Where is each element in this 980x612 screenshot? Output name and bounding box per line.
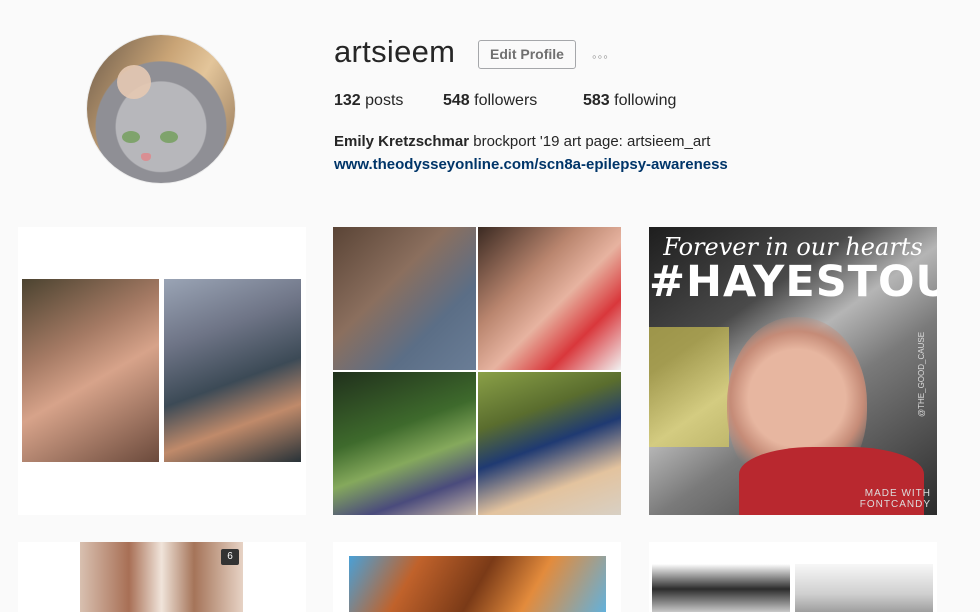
followers-label[interactable]: followers <box>470 92 537 109</box>
post-photo-right <box>795 564 933 612</box>
post-tile[interactable] <box>333 542 621 612</box>
followers-count[interactable]: 548 <box>443 92 470 109</box>
profile-avatar[interactable] <box>87 35 235 183</box>
post-tile[interactable] <box>18 227 306 515</box>
collage-photo <box>333 227 476 370</box>
following-count[interactable]: 583 <box>583 92 610 109</box>
avatar-nose <box>141 153 151 161</box>
posts-label: posts <box>360 92 404 109</box>
bio-text: brockport '19 art page: artsieem_art <box>469 133 711 150</box>
profile-link[interactable]: www.theodysseyonline.com/scn8a-epilepsy-… <box>334 156 728 173</box>
post-photo <box>80 542 243 612</box>
post-photo-left <box>22 279 159 462</box>
fontcandy-line: FONTCANDY <box>859 499 931 510</box>
following-label[interactable]: following <box>610 92 676 109</box>
post-watermark: MADE WITH FONTCANDY <box>860 488 931 510</box>
stat-following[interactable]: 583 following <box>583 92 676 110</box>
post-photo-right <box>164 279 301 462</box>
post-photo <box>349 556 606 612</box>
stat-followers[interactable]: 548 followers <box>443 92 537 110</box>
profile-bio: Emily Kretzschmar brockport '19 art page… <box>334 133 710 150</box>
post-tile[interactable]: 6 <box>18 542 306 612</box>
collage-photo <box>478 372 621 515</box>
post-side-watermark: @THE_GOOD_CAUSE <box>917 331 926 417</box>
post-tile[interactable]: Forever in our hearts #HAYESTOUGH @THE_G… <box>649 227 937 515</box>
avatar-eye-left <box>122 131 140 143</box>
ribbon-overlay <box>649 327 729 447</box>
made-with-line: MADE WITH <box>864 488 931 499</box>
edit-profile-button[interactable]: Edit Profile <box>478 40 576 69</box>
more-options-icon[interactable]: ◦◦◦ <box>592 49 609 64</box>
avatar-face <box>117 65 151 99</box>
post-photo-left <box>652 564 790 612</box>
avatar-eye-right <box>160 131 178 143</box>
profile-username: artsieem <box>334 34 456 69</box>
posts-count: 132 <box>334 92 361 109</box>
post-caption-hashtag: #HAYESTOUGH <box>649 257 937 307</box>
collage-photo <box>333 372 476 515</box>
collage-photo <box>478 227 621 370</box>
stat-posts: 132 posts <box>334 92 403 110</box>
carousel-count-badge: 6 <box>221 549 239 565</box>
post-tile[interactable] <box>649 542 937 612</box>
post-tile[interactable] <box>333 227 621 515</box>
bio-name: Emily Kretzschmar <box>334 133 470 150</box>
